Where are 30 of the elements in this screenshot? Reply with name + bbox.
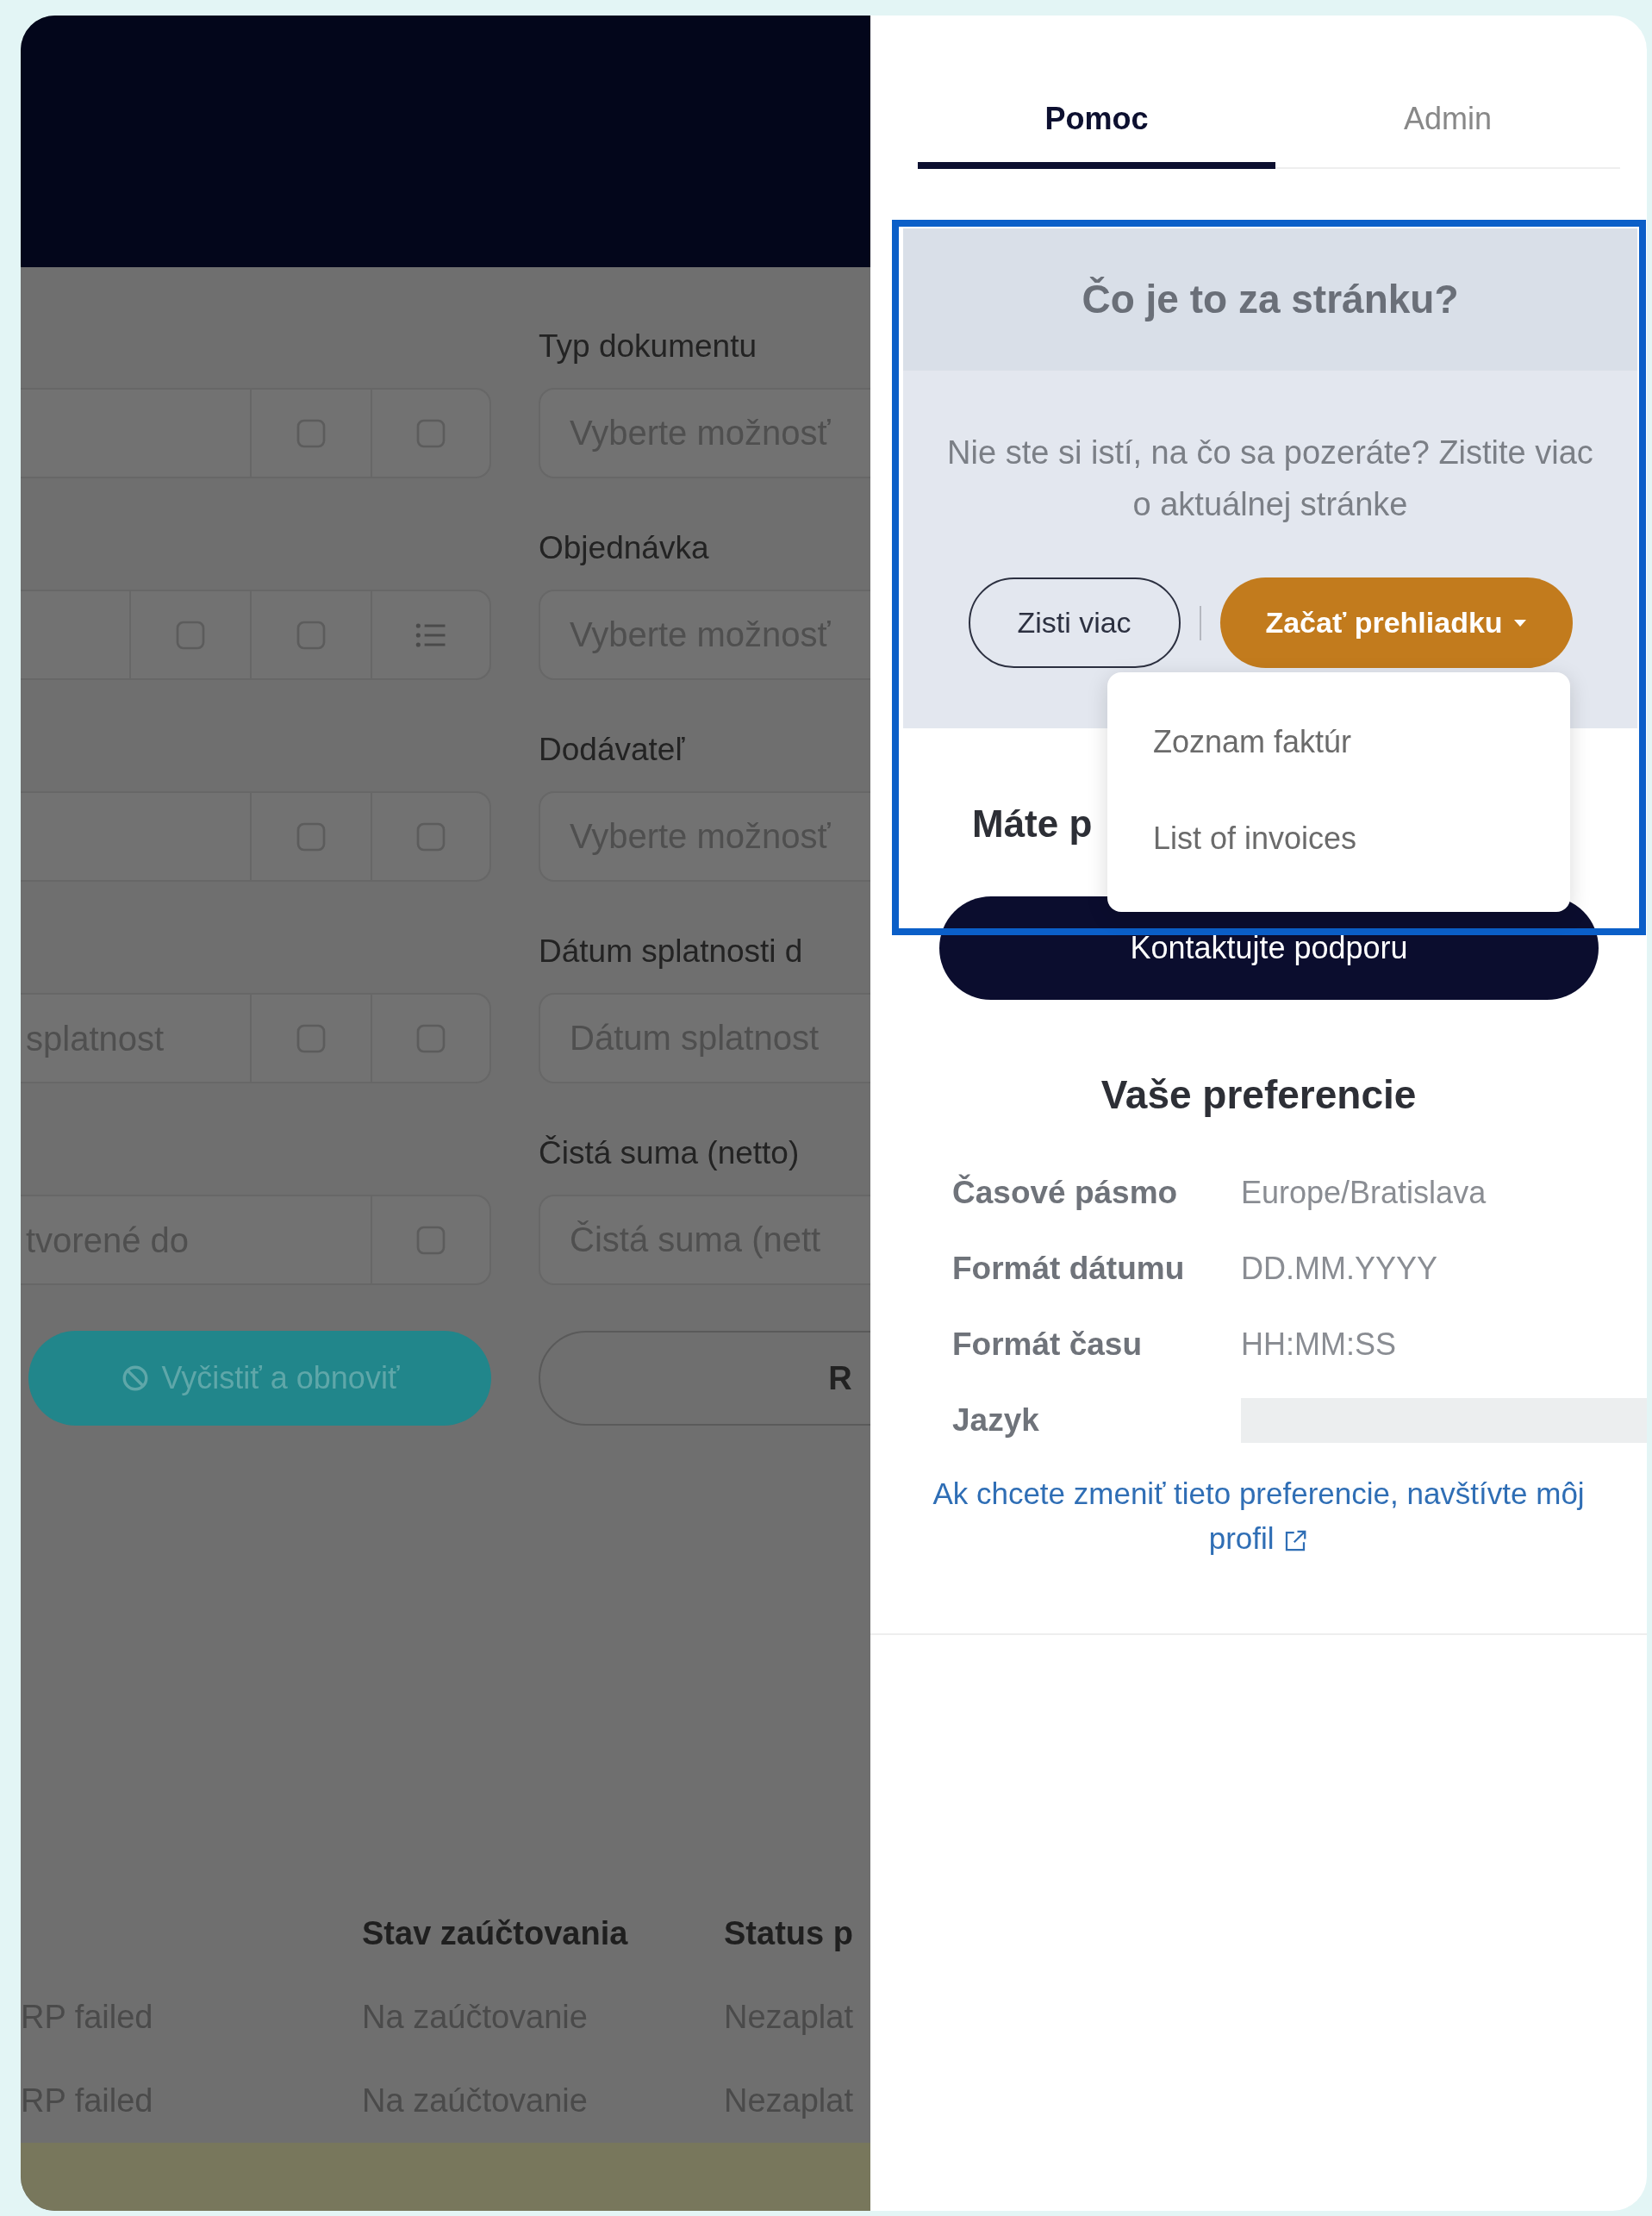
preference-value: HH:MM:SS — [1241, 1326, 1396, 1364]
column-header: Stav zaúčtovania — [362, 1914, 629, 1953]
preference-value: Europe/Bratislava — [1241, 1174, 1487, 1212]
tab[interactable]: Admin — [1275, 90, 1620, 169]
field-label: Čistá suma (netto) — [539, 1134, 801, 1172]
tab[interactable]: Pomoc — [918, 90, 1275, 169]
icon-button[interactable] — [371, 590, 491, 680]
section-title: Vaše preferencie — [1100, 1071, 1418, 1119]
learn-more-button[interactable]: Zisti viac — [968, 577, 1181, 668]
preference-label: Časové pásmo — [951, 1173, 1179, 1213]
preference-label: Formát dátumu — [951, 1250, 1186, 1289]
field-label: Dodávateľ — [539, 731, 686, 769]
start-tour-button[interactable]: Začať prehliadku — [1219, 577, 1573, 668]
field-label: Objednávka — [539, 529, 710, 567]
input-segment[interactable] — [21, 590, 129, 680]
menu-item[interactable]: Zoznam faktúr — [1107, 709, 1352, 775]
section-heading: Máte p — [972, 802, 1093, 846]
profile-link[interactable]: Ak chcete zmeniť tieto preferencie, navštívte môj profil — [909, 1471, 1608, 1561]
field-label: Dátum splatnosti d — [539, 933, 804, 971]
filter-input[interactable] — [21, 388, 250, 478]
filter-input[interactable] — [21, 791, 250, 882]
menu-item[interactable]: List of invoices — [1107, 806, 1357, 871]
preference-value: DD.MM.YYYY — [1241, 1250, 1438, 1288]
help-text: Nie ste si istí, na čo sa pozeráte? Zistite viac o aktuálnej stránke — [946, 434, 1594, 524]
field-label: Typ dokumentu — [539, 328, 757, 365]
help-title: Čo je to za stránku? — [903, 228, 1637, 371]
preference-label: Formát času — [951, 1326, 1143, 1364]
preference-label: Jazyk — [951, 1401, 1040, 1440]
caret-icon — [1512, 618, 1527, 627]
column-header: Status p — [724, 1914, 854, 1953]
